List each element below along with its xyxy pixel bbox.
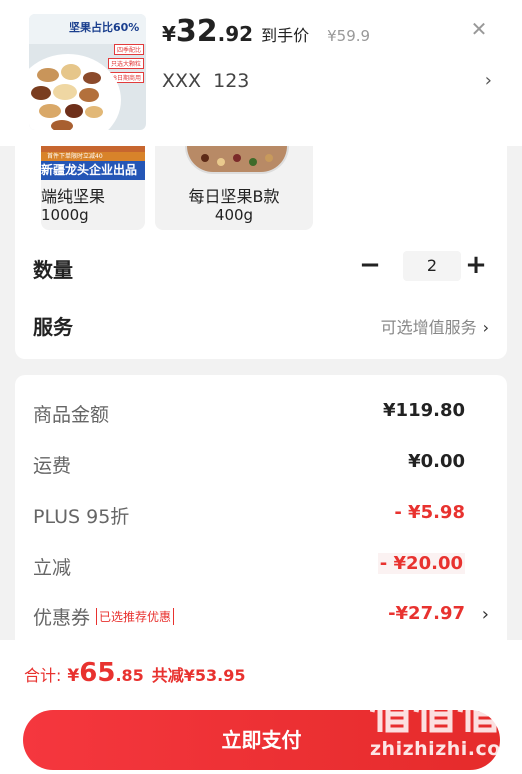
variant-weight: 1000g <box>41 206 89 224</box>
summary-value: ¥119.80 <box>383 400 465 421</box>
spec-text: XXX 123 <box>162 70 250 92</box>
chevron-right-icon: › <box>484 70 492 91</box>
price-label: 到手价 <box>261 26 310 45</box>
service-link[interactable]: 可选增值服务 › <box>381 314 489 338</box>
summary-label: 商品金额 <box>33 404 110 426</box>
chevron-right-icon: › <box>481 604 489 625</box>
coupon-line[interactable]: 优惠券 已选推荐优惠 -¥27.97 › <box>33 600 489 630</box>
spec-selector[interactable]: XXX 123 › <box>162 70 492 96</box>
price-currency: ¥ <box>162 22 176 46</box>
summary-label: 立减 <box>33 557 72 579</box>
variant-image <box>155 146 313 180</box>
summary-label: 优惠券 <box>33 607 91 629</box>
nut-jar-image <box>185 146 289 174</box>
pay-now-button[interactable]: 立即支付 <box>23 710 500 770</box>
summary-value: - ¥5.98 <box>394 502 465 523</box>
variant-banner: 新疆龙头企业出品 <box>41 161 145 180</box>
checkout-footer: 合计: ¥ 65 .85 共减¥53.95 立即支付 <box>0 640 522 774</box>
product-header: 坚果占比60% 四季配比 只选大颗粒 日鲜8日期商用 ¥ 32 .92 到手价 … <box>0 0 522 146</box>
total-decimal: .85 <box>115 666 144 685</box>
summary-line: PLUS 95折 - ¥5.98 <box>33 499 489 529</box>
quantity-decrease-button[interactable]: − <box>357 252 383 278</box>
variant-option[interactable]: 每日坚果B款 400g <box>155 146 313 230</box>
service-label: 服务 <box>33 315 73 339</box>
price-summary-card: 商品金额 ¥119.80 运费 ¥0.00 PLUS 95折 - ¥5.98 立… <box>15 375 507 640</box>
variant-promo: 首件下单限时立减40 <box>41 152 145 161</box>
summary-label: 运费 <box>33 455 72 477</box>
service-link-text: 可选增值服务 <box>380 318 477 337</box>
quantity-label: 数量 <box>33 258 73 282</box>
coupon-tag: 已选推荐优惠 <box>96 608 175 625</box>
service-row[interactable]: 服务 可选增值服务 › <box>33 305 489 341</box>
chevron-right-icon: › <box>482 318 489 337</box>
options-card: 首件下单限时立减40 新疆龙头企业出品 端纯坚果 1000g 每日坚果B款 40… <box>15 146 507 359</box>
total-currency: ¥ <box>67 666 80 686</box>
quantity-value[interactable]: 2 <box>403 251 461 281</box>
summary-line: 商品金额 ¥119.80 <box>33 397 489 427</box>
coupon-label-group: 优惠券 已选推荐优惠 <box>33 603 175 630</box>
variant-name: 端纯坚果 <box>41 187 106 206</box>
price-display: ¥ 32 .92 到手价 ¥59.9 <box>162 14 370 49</box>
summary-line: 立减 - ¥20.00 <box>33 550 489 580</box>
close-icon[interactable]: ✕ <box>468 18 490 40</box>
variant-weight: 400g <box>214 206 254 224</box>
variant-image: 首件下单限时立减40 新疆龙头企业出品 <box>41 146 145 180</box>
total-saving: 共减¥53.95 <box>151 666 246 685</box>
total-integer: 65 <box>79 658 116 688</box>
summary-line: 运费 ¥0.00 <box>33 448 489 478</box>
price-decimal: .92 <box>217 22 254 46</box>
summary-value: -¥27.97 <box>388 603 465 624</box>
thumbnail-tag: 只选大颗粒 <box>107 58 144 69</box>
product-thumbnail[interactable]: 坚果占比60% 四季配比 只选大颗粒 日鲜8日期商用 <box>29 14 146 130</box>
summary-label: PLUS 95折 <box>33 506 130 528</box>
thumbnail-tag: 四季配比 <box>113 44 144 55</box>
order-total: 合计: ¥ 65 .85 共减¥53.95 <box>24 658 246 688</box>
original-price: ¥59.9 <box>327 27 371 45</box>
quantity-increase-button[interactable]: + <box>463 252 489 278</box>
variant-option[interactable]: 首件下单限时立减40 新疆龙头企业出品 端纯坚果 1000g <box>41 146 145 230</box>
total-label: 合计: <box>24 666 62 685</box>
variant-name: 每日坚果B款 <box>188 187 280 206</box>
thumbnail-title: 坚果占比60% <box>69 21 140 34</box>
price-integer: 32 <box>175 14 218 49</box>
summary-value: ¥0.00 <box>408 451 465 472</box>
summary-value: - ¥20.00 <box>377 553 465 574</box>
quantity-row: 数量 − 2 + <box>33 248 489 284</box>
